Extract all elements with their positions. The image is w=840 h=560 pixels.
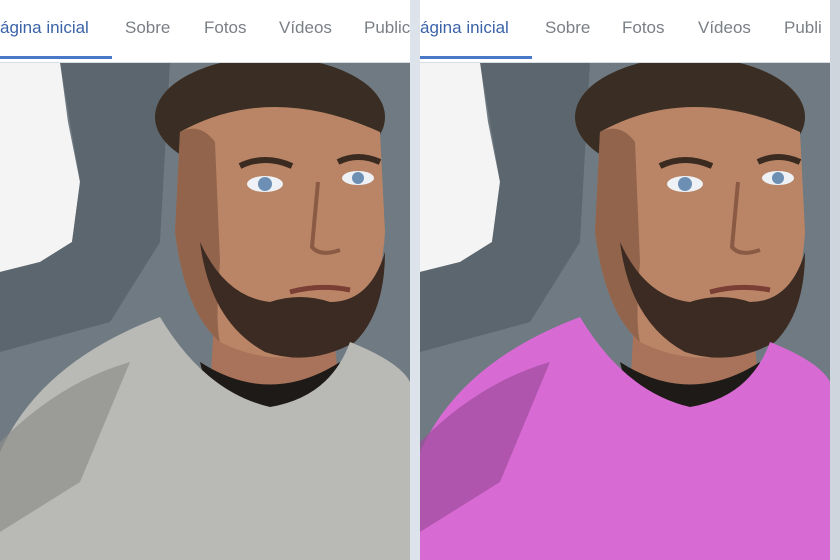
tab-about[interactable]: Sobre — [125, 18, 170, 38]
active-tab-underline — [0, 56, 112, 59]
tab-photos[interactable]: Fotos — [622, 18, 665, 38]
tab-about[interactable]: Sobre — [545, 18, 590, 38]
profile-photo[interactable] — [0, 62, 410, 560]
tab-home[interactable]: ágina inicial — [420, 18, 509, 38]
panel-divider — [410, 0, 420, 560]
profile-tab-bar: ágina inicial Sobre Fotos Vídeos Publi — [420, 0, 830, 63]
tab-videos[interactable]: Vídeos — [279, 18, 332, 38]
selfie-image — [420, 62, 830, 560]
active-tab-underline — [420, 56, 532, 59]
right-profile-screenshot: ágina inicial Sobre Fotos Vídeos Publi — [420, 0, 830, 560]
tab-home[interactable]: ágina inicial — [0, 18, 89, 38]
profile-photo[interactable] — [420, 62, 830, 560]
tab-posts[interactable]: Publi — [784, 18, 822, 38]
tab-posts[interactable]: Public — [364, 18, 410, 38]
tab-photos[interactable]: Fotos — [204, 18, 247, 38]
tab-videos[interactable]: Vídeos — [698, 18, 751, 38]
left-profile-screenshot: ágina inicial Sobre Fotos Vídeos Public — [0, 0, 410, 560]
selfie-image — [0, 62, 410, 560]
profile-tab-bar: ágina inicial Sobre Fotos Vídeos Public — [0, 0, 410, 63]
